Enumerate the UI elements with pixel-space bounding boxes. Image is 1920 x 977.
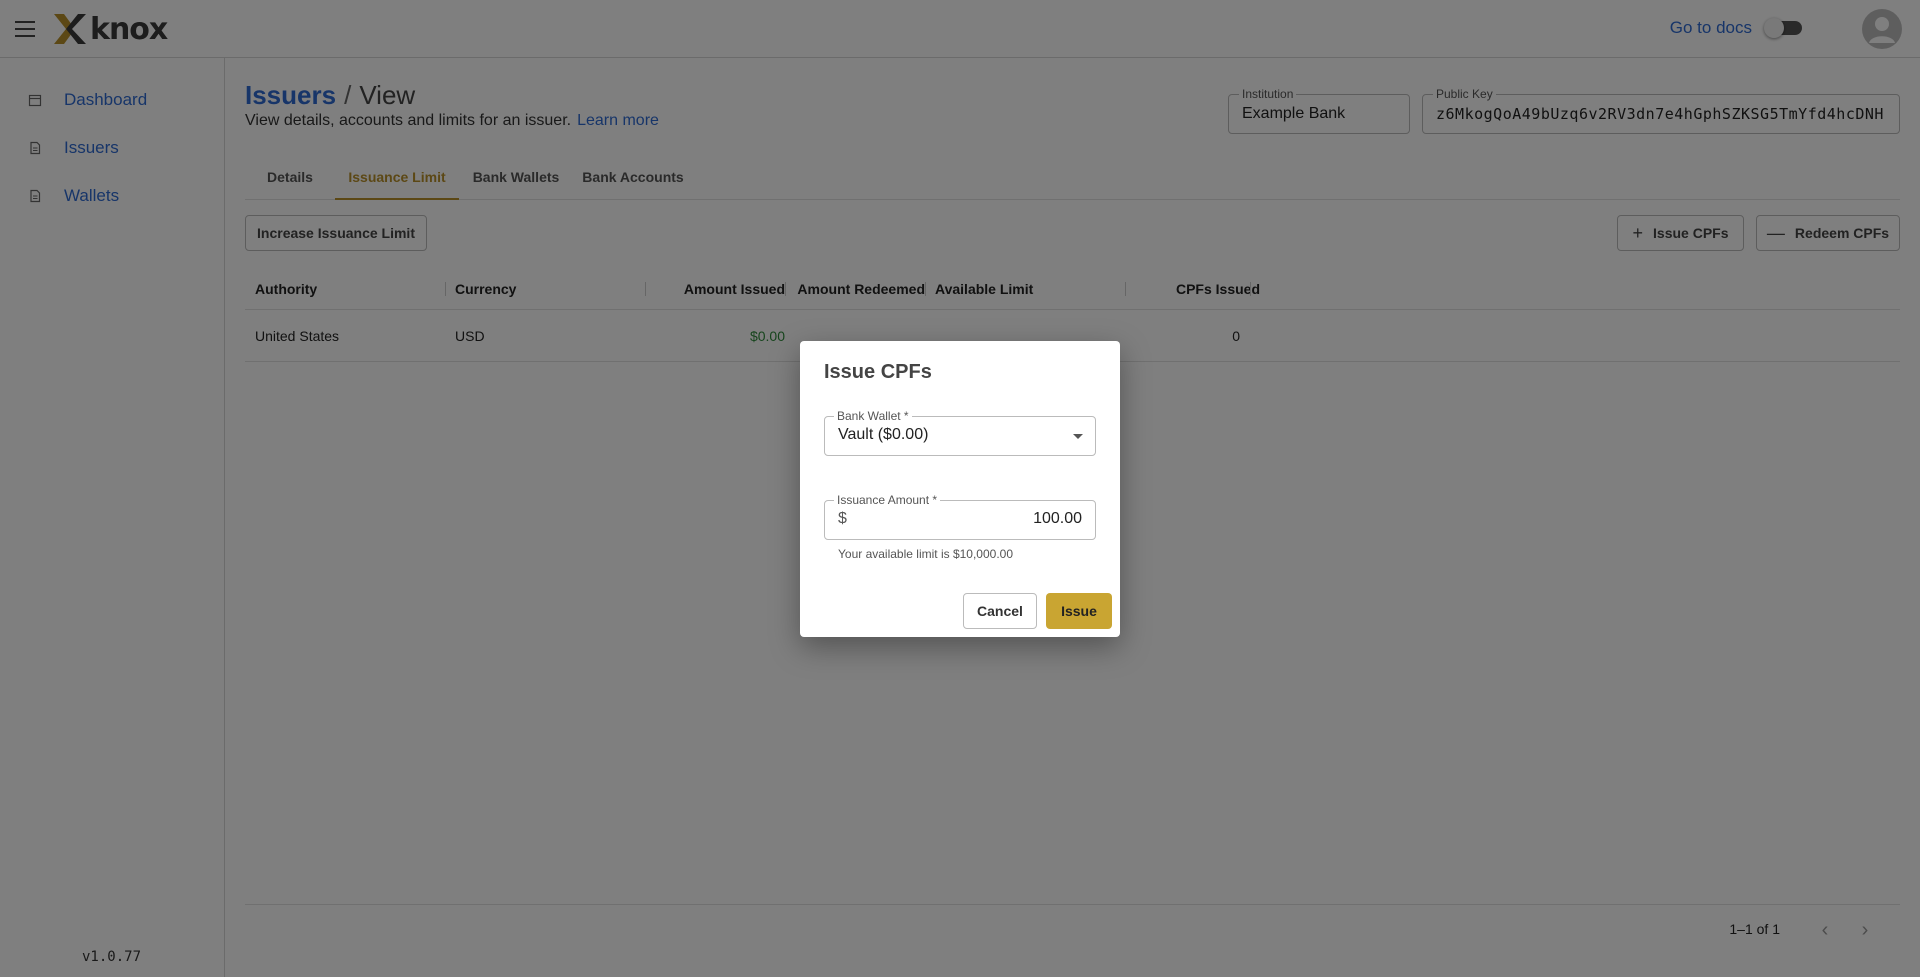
available-limit-helper: Your available limit is $10,000.00	[838, 547, 1014, 561]
issue-cpfs-dialog: Issue CPFs Bank Wallet * Vault ($0.00) I…	[800, 341, 1120, 637]
currency-prefix: $	[838, 510, 847, 527]
cancel-label: Cancel	[977, 603, 1023, 619]
issue-button[interactable]: Issue	[1046, 593, 1112, 629]
issuance-amount-value: 100.00	[1033, 510, 1082, 527]
bank-wallet-label: Bank Wallet *	[834, 409, 912, 423]
cancel-button[interactable]: Cancel	[963, 593, 1037, 629]
bank-wallet-select[interactable]: Bank Wallet * Vault ($0.00)	[824, 409, 1096, 456]
dialog-title: Issue CPFs	[824, 361, 932, 383]
issuance-amount-label: Issuance Amount *	[834, 493, 941, 507]
issuance-amount-input[interactable]: Issuance Amount * $ 100.00	[824, 493, 1096, 540]
chevron-down-icon[interactable]	[1073, 434, 1083, 439]
bank-wallet-value: Vault ($0.00)	[838, 426, 929, 443]
issue-label: Issue	[1061, 603, 1097, 619]
